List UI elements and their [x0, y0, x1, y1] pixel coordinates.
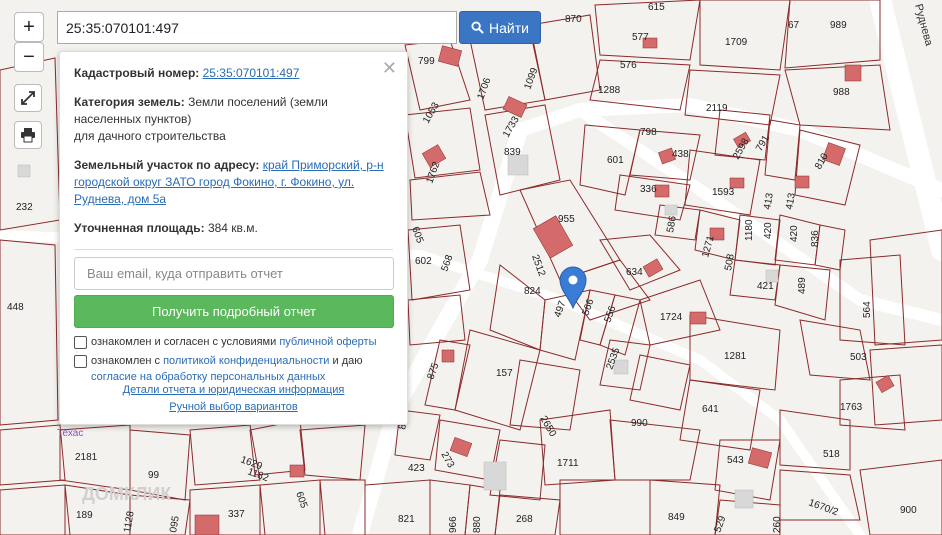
plot-number: 821	[398, 514, 415, 525]
plot-number: 232	[16, 202, 33, 213]
plot-number: 189	[76, 510, 93, 521]
plot-number: 989	[830, 20, 847, 31]
plot-number: 1281	[724, 351, 747, 362]
privacy-policy-link[interactable]: политикой конфиденциальности	[163, 355, 329, 367]
address-label: Земельный участок по адресу:	[74, 158, 260, 172]
consent-privacy-text: ознакомлен с политикой конфиденциальност…	[91, 355, 363, 383]
plot-number: 67	[788, 20, 800, 31]
plot-number: 1763	[840, 402, 863, 413]
plot-number: 798	[640, 127, 657, 138]
plot-number: 99	[148, 470, 160, 481]
plot-number: 824	[524, 286, 541, 297]
plot-number: 337	[228, 509, 245, 520]
plot-number: 988	[833, 87, 850, 98]
plot-number: 420	[763, 222, 774, 239]
land-category-row: Категория земель: Земли поселений (земли…	[74, 94, 393, 145]
plot-number: 900	[900, 505, 917, 516]
plot-number: 564	[862, 301, 873, 318]
plot-number: 2119	[706, 103, 728, 114]
manual-selection-link[interactable]: Ручной выбор вариантов	[169, 401, 297, 413]
plot-number: 421	[757, 281, 774, 292]
print-icon	[21, 128, 35, 143]
plot-number: 268	[516, 514, 533, 525]
close-icon[interactable]: ✕	[382, 58, 397, 79]
search-button-label: Найти	[489, 19, 529, 36]
area-row: Уточненная площадь: 384 кв.м.	[74, 220, 393, 237]
plot-number: 966	[448, 516, 459, 533]
plot-number: 799	[418, 56, 435, 67]
cadastral-label: Кадастровый номер:	[74, 66, 200, 80]
plot-number: 420	[789, 225, 800, 242]
plot-number: 543	[727, 455, 744, 466]
plot-number: 448	[7, 302, 24, 313]
plot-info-popup: ✕ Кадастровый номер: 25:35:070101:497 Ка…	[59, 51, 408, 425]
category-purpose: для дачного строительства	[74, 129, 226, 143]
plot-number: 1180	[744, 219, 755, 241]
plot-number: 1711	[557, 458, 579, 469]
plot-number: 576	[620, 60, 637, 71]
consent-offer-checkbox[interactable]	[74, 336, 87, 349]
plot-number: 634	[626, 267, 643, 278]
search-button[interactable]: Найти	[459, 11, 541, 44]
plot-number: 489	[797, 277, 808, 294]
plot-number: 839	[504, 147, 521, 158]
plot-number: 849	[668, 512, 685, 523]
plot-number: 601	[607, 155, 624, 166]
plot-number: 503	[850, 352, 867, 363]
cadastral-number-row: Кадастровый номер: 25:35:070101:497	[74, 65, 393, 82]
area-label: Уточненная площадь:	[74, 221, 205, 235]
plot-number: 990	[631, 418, 648, 429]
consent-privacy-checkbox[interactable]	[74, 355, 87, 368]
popup-footer-links: Детали отчета и юридическая информация Р…	[60, 382, 407, 416]
public-offer-link[interactable]: публичной оферты	[279, 336, 376, 348]
plot-number: 518	[823, 449, 840, 460]
zoom-in-button[interactable]: +	[14, 12, 44, 42]
area-value: 384 кв.м.	[207, 221, 258, 235]
consent-privacy: ознакомлен с политикой конфиденциальност…	[74, 353, 393, 385]
plot-number: 880	[472, 516, 483, 533]
email-input[interactable]	[74, 257, 394, 290]
plot-number: 336	[640, 184, 657, 195]
plot-number: 1724	[660, 312, 683, 323]
plot-number: 423	[408, 463, 425, 474]
fullscreen-button[interactable]	[14, 84, 42, 112]
plot-number: 1709	[725, 37, 748, 48]
plot-number: 836	[810, 230, 821, 247]
popup-divider	[74, 249, 393, 250]
plot-number: 870	[565, 14, 582, 25]
search-icon	[471, 21, 484, 34]
plot-number: 615	[648, 2, 665, 13]
plot-number: 438	[672, 149, 689, 160]
plot-number: 1593	[712, 187, 735, 198]
fullscreen-icon	[21, 91, 35, 105]
plot-number: 157	[496, 368, 513, 379]
address-row: Земельный участок по адресу: край Примор…	[74, 157, 393, 208]
consent-offer: ознакомлен и согласен с условиями публич…	[74, 334, 393, 350]
place-label: Техас	[57, 428, 83, 439]
plot-number: 955	[558, 214, 575, 225]
print-button[interactable]	[14, 121, 42, 149]
plot-number: 1288	[598, 85, 621, 96]
cadastral-number-link[interactable]: 25:35:070101:497	[203, 66, 300, 80]
map-watermark: ДОМКЛИК	[82, 484, 172, 504]
get-report-button[interactable]: Получить подробный отчет	[74, 295, 394, 328]
category-label: Категория земель:	[74, 95, 185, 109]
zoom-out-button[interactable]: −	[14, 42, 44, 72]
plot-number: 260	[772, 516, 783, 533]
cadastral-search-input[interactable]	[57, 11, 457, 44]
consent-offer-text: ознакомлен и согласен с условиями публич…	[91, 336, 377, 348]
plot-number: 577	[632, 32, 649, 43]
report-details-link[interactable]: Детали отчета и юридическая информация	[123, 384, 345, 396]
plot-number: 641	[702, 404, 719, 415]
plot-number: 602	[415, 256, 432, 267]
plot-number: 2181	[75, 452, 98, 463]
